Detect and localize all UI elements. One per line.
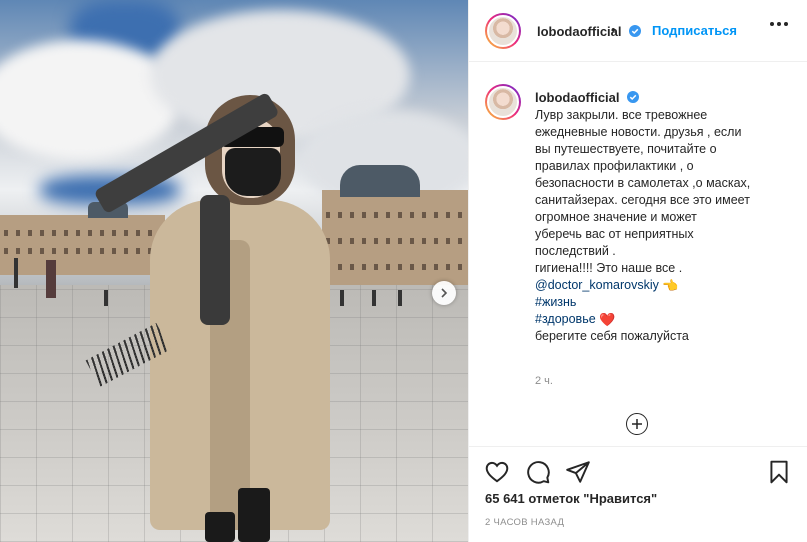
face-mask (225, 148, 281, 196)
comment-timestamp[interactable]: 2 ч. (535, 375, 553, 387)
comment-icon[interactable] (525, 459, 551, 485)
caption-author-row: lobodaofficial (535, 89, 793, 107)
header-username-row: lobodaofficial (537, 23, 641, 41)
next-photo-button[interactable] (432, 281, 456, 305)
plus-circle-icon (632, 419, 642, 429)
caption-line: безопасности в самолетах ,о масках, (535, 176, 751, 190)
verified-badge-icon (628, 25, 641, 37)
boot-right (238, 488, 270, 542)
mention-row: @doctor_komarovskiy 👈 (535, 277, 793, 294)
load-more-comments-button[interactable] (626, 413, 648, 435)
boot-left (205, 512, 235, 542)
louvre-wing-left (0, 215, 165, 275)
caption-line: берегите себя пожалуйста (535, 329, 689, 343)
more-options-icon[interactable] (770, 22, 788, 26)
post-header: lobodaofficial • Подписаться (469, 0, 807, 62)
scarf-end (200, 195, 230, 325)
caption-line: уберечь вас от неприятных (535, 227, 694, 241)
verified-badge-icon (626, 91, 639, 103)
passerby (104, 290, 108, 306)
window-row (326, 264, 464, 270)
mention-link[interactable]: @doctor_komarovskiy (535, 278, 659, 292)
follow-separator: • (611, 22, 616, 37)
avatar-image (487, 15, 519, 47)
window-row (326, 238, 464, 244)
post-side-panel: lobodaofficial • Подписаться lobodaoffic… (468, 0, 807, 542)
hashtag-link[interactable]: #здоровье (535, 312, 596, 326)
likes-count[interactable]: 65 641 отметок "Нравится" (485, 491, 657, 506)
avatar[interactable] (485, 13, 521, 49)
caption-line: вы путешествуете, почитайте о (535, 142, 717, 156)
passerby (14, 258, 18, 288)
caption: lobodaofficial Лувр закрыли. все тревожн… (535, 89, 793, 345)
caption-username-link[interactable]: lobodaofficial (535, 90, 620, 105)
hashtag-link[interactable]: #жизнь (535, 295, 576, 309)
caption-line: ежедневные новости. друзья , если (535, 125, 742, 139)
red-heart-emoji: ❤️ (599, 312, 616, 327)
passerby (340, 290, 344, 306)
passerby (398, 290, 402, 306)
hashtag-row: #жизнь (535, 294, 793, 311)
caption-line: Лувр закрыли. все тревожнее (535, 108, 708, 122)
paper-plane-icon[interactable] (565, 459, 591, 485)
caption-avatar[interactable] (485, 84, 521, 120)
pointing-hand-emoji: 👈 (662, 278, 679, 293)
window-row (326, 212, 464, 218)
follow-button[interactable]: Подписаться (652, 23, 737, 38)
chevron-right-icon (441, 288, 448, 298)
post-photo[interactable] (0, 0, 468, 542)
passerby (372, 290, 376, 306)
heart-icon[interactable] (484, 459, 510, 485)
caption-line: гигиена!!!! Это наше все . (535, 261, 683, 275)
louvre-dome (340, 165, 420, 197)
post-timestamp[interactable]: 2 ЧАСОВ НАЗАД (485, 517, 564, 528)
username-link[interactable]: lobodaofficial (537, 24, 622, 39)
caption-line: правилах профилактики , о (535, 159, 694, 173)
comments-area: lobodaofficial Лувр закрыли. все тревожн… (469, 62, 807, 445)
bookmark-icon[interactable] (766, 459, 792, 485)
passerby (46, 260, 56, 298)
caption-line: огромное значение и может (535, 210, 697, 224)
avatar-image (487, 86, 519, 118)
caption-line: последствий . (535, 244, 616, 258)
action-bar (469, 446, 807, 494)
window-row (4, 230, 159, 236)
hashtag-row: #здоровье ❤️ (535, 311, 793, 328)
window-row (4, 248, 159, 254)
caption-line: санитайзерах. сегодня все это имеет (535, 193, 750, 207)
